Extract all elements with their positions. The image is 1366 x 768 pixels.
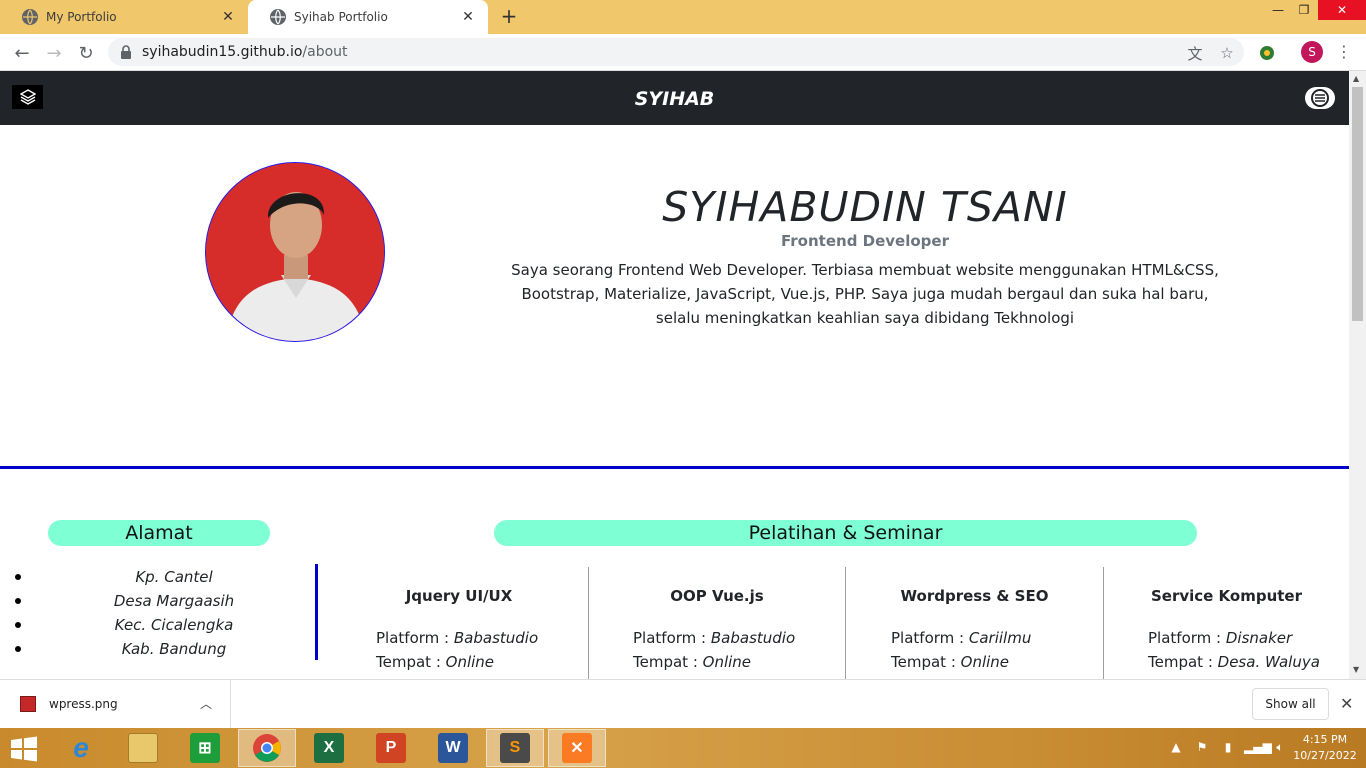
restore-button[interactable]: ❐ <box>1290 0 1318 20</box>
tab-my-portfolio[interactable]: My Portfolio ✕ <box>0 0 248 34</box>
site-brand-title[interactable]: SYIHAB <box>0 71 1349 125</box>
site-navbar: SYIHAB <box>0 71 1349 125</box>
training-title: Wordpress & SEO <box>900 587 1049 605</box>
clock-time: 4:15 PM <box>1302 733 1348 746</box>
browser-tab-strip: My Portfolio ✕ Syihab Portfolio ✕ + — ❐ … <box>0 0 1366 34</box>
profile-avatar[interactable]: S <box>1301 41 1323 63</box>
system-tray: ▲ ⚑ ▮ ▂▄▆ 🔈︎ <box>1166 728 1296 768</box>
download-filename: wpress.png <box>49 697 118 711</box>
training-platform: Platform : Babastudio <box>633 629 796 647</box>
training-heading: Pelatihan & Seminar <box>494 520 1197 546</box>
chevron-up-icon[interactable]: ▲ <box>1166 740 1186 756</box>
profile-bio: Saya seorang Frontend Web Developer. Ter… <box>511 261 1219 327</box>
word-icon[interactable]: W <box>424 729 482 767</box>
back-arrow-icon[interactable]: ← <box>11 42 33 64</box>
globe-icon <box>270 9 286 25</box>
page-scrollbar[interactable]: ▲ ▼ <box>1349 71 1366 679</box>
address-line: Desa Margaasih <box>113 592 235 610</box>
bullet <box>15 622 21 628</box>
star-icon[interactable]: ☆ <box>1218 44 1236 62</box>
tab-title: Syihab Portfolio <box>294 10 388 24</box>
profile-role: Frontend Developer <box>781 232 949 250</box>
scroll-down-icon[interactable]: ▼ <box>1353 665 1359 674</box>
signal-icon[interactable]: ▂▄▆ <box>1244 740 1272 756</box>
extension-icon[interactable] <box>1258 44 1276 62</box>
close-tab-icon[interactable]: ✕ <box>460 9 476 25</box>
section-divider <box>0 466 1349 469</box>
store-icon[interactable]: ⊞ <box>176 729 234 767</box>
scrollbar-thumb[interactable] <box>1352 87 1363 321</box>
lock-icon <box>121 45 131 59</box>
browser-toolbar: ← → ↻ syihabudin15.github.io/about 文 ☆ S… <box>0 34 1366 71</box>
training-place: Tempat : Online <box>891 653 1010 671</box>
profile-photo <box>205 162 385 342</box>
xampp-icon[interactable]: ✕ <box>548 729 606 767</box>
translate-icon[interactable]: 文 <box>1186 44 1204 63</box>
training-platform: Platform : Cariilmu <box>891 629 1032 647</box>
tab-syihab-portfolio[interactable]: Syihab Portfolio ✕ <box>248 0 488 34</box>
list-item: Desa Margaasih <box>0 589 316 613</box>
clock-date: 10/27/2022 <box>1293 749 1357 762</box>
new-tab-button[interactable]: + <box>498 6 520 28</box>
volume-icon[interactable]: 🔈︎ <box>1270 740 1290 756</box>
flag-icon[interactable]: ⚑ <box>1192 740 1212 756</box>
page-viewport: SYIHAB SYIHABUDIN TSANI Frontend Develop… <box>0 71 1349 679</box>
windows-start-icon[interactable] <box>8 735 40 763</box>
training-card: Wordpress & SEO Platform : Cariilmu Temp… <box>845 567 1103 679</box>
address-divider <box>315 564 318 660</box>
forward-arrow-icon[interactable]: → <box>43 42 65 64</box>
reload-icon[interactable]: ↻ <box>75 42 97 64</box>
powerpoint-icon[interactable]: P <box>362 729 420 767</box>
battery-icon[interactable]: ▮ <box>1218 740 1238 756</box>
window-close-button[interactable]: ✕ <box>1318 0 1366 20</box>
more-menu-icon[interactable]: ⋮ <box>1336 42 1352 64</box>
training-title: OOP Vue.js <box>670 587 764 605</box>
close-tab-icon[interactable]: ✕ <box>220 9 236 25</box>
image-file-icon <box>20 696 36 712</box>
internet-explorer-icon[interactable]: e <box>52 729 110 767</box>
profile-name: SYIHABUDIN TSANI <box>662 183 1068 231</box>
training-place: Tempat : Online <box>633 653 752 671</box>
excel-icon[interactable]: X <box>300 729 358 767</box>
training-card: Jquery UI/UX Platform : Babastudio Tempa… <box>330 567 588 679</box>
download-bar: wpress.png ︿ Show all ✕ <box>0 679 1366 728</box>
list-item: Kab. Bandung <box>0 637 316 661</box>
bullet <box>15 598 21 604</box>
clock[interactable]: 4:15 PM 10/27/2022 <box>1290 732 1360 764</box>
address-heading: Alamat <box>48 520 270 546</box>
close-icon[interactable]: ✕ <box>1340 694 1353 713</box>
address-line: Kp. Cantel <box>135 568 213 586</box>
chevron-up-icon[interactable]: ︿ <box>200 695 212 712</box>
list-item: Kec. Cicalengka <box>0 613 316 637</box>
url-host: syihabudin15.github.io <box>142 44 303 60</box>
hamburger-menu-icon[interactable] <box>1305 87 1335 109</box>
address-line: Kec. Cicalengka <box>114 616 234 634</box>
tab-title: My Portfolio <box>46 10 117 24</box>
training-place: Tempat : Desa. Waluya <box>1148 653 1320 671</box>
sublime-text-icon[interactable]: S <box>486 729 544 767</box>
download-item[interactable]: wpress.png ︿ <box>0 680 231 728</box>
training-card: Service Komputer Platform : Disnaker Tem… <box>1103 567 1349 679</box>
taskbar: e ⊞ X P W S ✕ ▲ ⚑ ▮ ▂▄▆ 🔈︎ 4:15 PM 10/27… <box>0 728 1366 768</box>
file-explorer-icon[interactable] <box>114 729 172 767</box>
training-platform: Platform : Disnaker <box>1148 629 1293 647</box>
chrome-icon[interactable] <box>238 729 296 767</box>
bullet <box>15 574 21 580</box>
training-card: OOP Vue.js Platform : Babastudio Tempat … <box>588 567 845 679</box>
list-item: Kp. Cantel <box>0 565 316 589</box>
scroll-up-icon[interactable]: ▲ <box>1353 74 1359 83</box>
address-list: Kp. Cantel Desa Margaasih Kec. Cicalengk… <box>0 565 316 661</box>
bullet <box>15 646 21 652</box>
url-path: /about <box>302 44 348 60</box>
address-bar[interactable]: syihabudin15.github.io/about <box>108 38 1244 66</box>
training-platform: Platform : Babastudio <box>376 629 539 647</box>
address-line: Kab. Bandung <box>121 640 227 658</box>
show-all-button[interactable]: Show all <box>1252 688 1329 720</box>
training-title: Jquery UI/UX <box>405 587 513 605</box>
globe-icon <box>22 9 38 25</box>
minimize-button[interactable]: — <box>1264 0 1292 20</box>
training-place: Tempat : Online <box>376 653 495 671</box>
training-title: Service Komputer <box>1150 587 1303 605</box>
